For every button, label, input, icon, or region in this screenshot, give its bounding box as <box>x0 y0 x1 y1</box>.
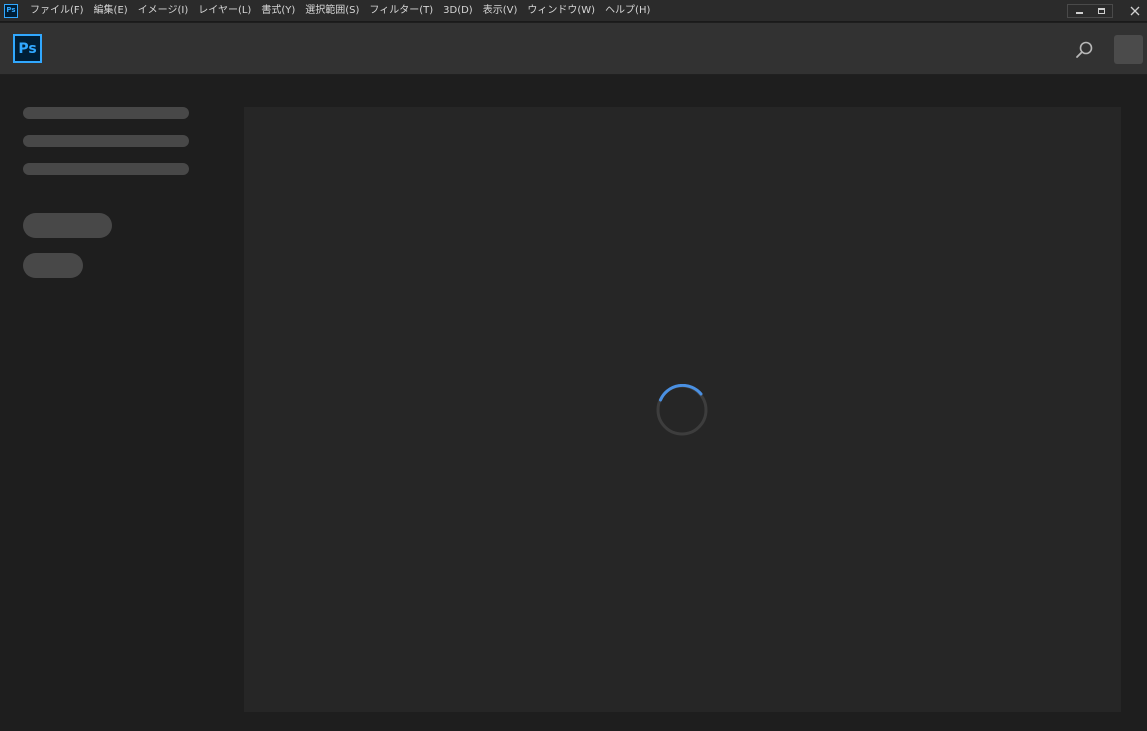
minimize-button[interactable] <box>1068 5 1090 17</box>
menu-3d[interactable]: 3D(D) <box>443 0 473 22</box>
window-controls <box>1067 0 1147 22</box>
photoshop-app-icon[interactable]: Ps <box>4 3 18 18</box>
menu-filter[interactable]: フィルター(T) <box>369 0 433 22</box>
menu-layer[interactable]: レイヤー(L) <box>198 0 251 22</box>
search-button[interactable] <box>1073 39 1095 61</box>
search-icon <box>1076 41 1093 58</box>
minimize-icon <box>1075 12 1083 14</box>
skeleton-line <box>23 107 189 119</box>
window-size-controls <box>1067 4 1113 18</box>
menu-items: ファイル(F) 編集(E) イメージ(I) レイヤー(L) 書式(Y) 選択範囲… <box>30 0 660 22</box>
menu-type[interactable]: 書式(Y) <box>261 0 295 22</box>
photoshop-logo[interactable]: Ps <box>13 34 42 63</box>
menu-view[interactable]: 表示(V) <box>483 0 518 22</box>
close-button[interactable] <box>1123 0 1147 22</box>
menu-select[interactable]: 選択範囲(S) <box>305 0 359 22</box>
skeleton-line <box>23 135 189 147</box>
menu-help[interactable]: ヘルプ(H) <box>605 0 650 22</box>
app-header: Ps <box>0 23 1147 75</box>
menu-image[interactable]: イメージ(I) <box>138 0 189 22</box>
menu-edit[interactable]: 編集(E) <box>94 0 128 22</box>
loading-spinner-icon <box>656 384 708 436</box>
skeleton-button <box>23 253 83 278</box>
close-icon <box>1130 6 1140 16</box>
skeleton-button <box>23 213 112 238</box>
menu-window[interactable]: ウィンドウ(W) <box>527 0 595 22</box>
maximize-button[interactable] <box>1090 5 1112 17</box>
main-content-area <box>244 107 1121 712</box>
skeleton-line <box>23 163 189 175</box>
sidebar-skeleton <box>0 76 234 731</box>
maximize-icon <box>1097 8 1105 14</box>
menu-file[interactable]: ファイル(F) <box>30 0 84 22</box>
user-avatar[interactable] <box>1114 35 1143 64</box>
menu-bar: Ps ファイル(F) 編集(E) イメージ(I) レイヤー(L) 書式(Y) 選… <box>0 0 1147 22</box>
